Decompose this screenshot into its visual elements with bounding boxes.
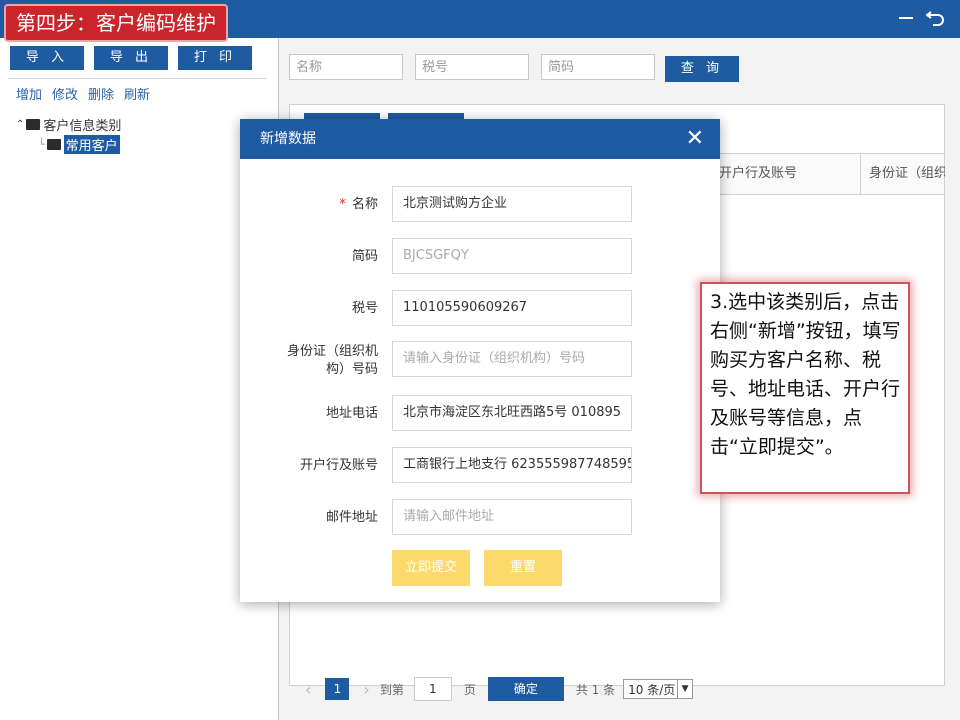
tree-root-label: 客户信息类别	[43, 118, 122, 134]
prev-page-icon[interactable]: ‹	[305, 680, 311, 699]
add-link[interactable]: 增加	[16, 84, 42, 103]
dropdown-arrow-icon[interactable]: ▼	[677, 680, 692, 698]
query-button[interactable]: 查 询	[665, 56, 739, 82]
name-label: * 名称	[339, 197, 378, 212]
goto-page-input[interactable]: 1	[413, 677, 452, 701]
dialog-title: 新增数据	[260, 131, 316, 147]
idcard-field[interactable]: 请输入身份证（组织机构）号码	[392, 341, 632, 377]
abbr-search-input[interactable]: 简码	[541, 54, 655, 80]
pager: ‹ 1 › 到第 1 页 确定 共 1 条 10 条/页 ▼	[289, 674, 943, 704]
name-search-input[interactable]: 名称	[289, 54, 403, 80]
edit-link[interactable]: 修改	[52, 84, 78, 103]
add-data-dialog: 新增数据 ✕ * 名称 北京测试购方企业 简码 BJCSGFQY 税号 11010…	[240, 119, 720, 602]
address-field[interactable]: 北京市海淀区东北旺西路5号 010895	[392, 395, 632, 431]
tree-child[interactable]: └ 常用客户	[16, 134, 121, 154]
tree-root[interactable]: ⌃ 客户信息类别	[16, 114, 121, 134]
required-mark: *	[339, 197, 346, 212]
page-size-value: 10 条/页	[628, 682, 676, 697]
email-label: 邮件地址	[325, 510, 378, 525]
tax-label: 税号	[351, 301, 378, 316]
dialog-header: 新增数据 ✕	[240, 119, 720, 159]
print-button[interactable]: 打 印	[178, 46, 252, 70]
divider	[8, 78, 266, 79]
page-size-select[interactable]: 10 条/页 ▼	[623, 679, 694, 699]
submit-button[interactable]: 立即提交	[392, 550, 470, 586]
import-button[interactable]: 导 入	[10, 46, 84, 70]
name-field[interactable]: 北京测试购方企业	[392, 186, 632, 222]
export-button[interactable]: 导 出	[94, 46, 168, 70]
total-count: 共 1 条	[575, 682, 616, 697]
idcard-label: 身份证（组织机 构）号码	[286, 344, 378, 377]
tax-field[interactable]: 110105590609267	[392, 290, 632, 326]
bank-label: 开户行及账号	[299, 458, 378, 473]
refresh-link[interactable]: 刷新	[124, 84, 150, 103]
abbr-field[interactable]: BJCSGFQY	[392, 238, 632, 274]
next-page-icon[interactable]: ›	[363, 680, 369, 699]
address-label: 地址电话	[325, 406, 378, 421]
category-tree: ⌃ 客户信息类别 └ 常用客户	[16, 114, 121, 154]
action-links: 增加 修改 删除 刷新	[16, 84, 150, 103]
top-icons	[898, 8, 946, 26]
tree-child-label: 常用客户	[63, 134, 120, 154]
delete-link[interactable]: 删除	[88, 84, 114, 103]
column-header-bank[interactable]: 开户行及账号	[710, 154, 869, 194]
back-icon[interactable]	[926, 8, 946, 26]
step-banner: 第四步：客户编码维护	[6, 6, 226, 40]
close-icon[interactable]: ✕	[686, 119, 704, 159]
goto-confirm-button[interactable]: 确定	[487, 677, 564, 701]
left-panel: 导 入 导 出 打 印 增加 修改 删除 刷新 ⌃ 客户信息类别 └ 常用客户	[0, 38, 279, 720]
folder-icon	[26, 118, 41, 130]
folder-icon	[46, 138, 61, 150]
column-header-id[interactable]: 身份证（组织	[860, 154, 945, 194]
tax-search-input[interactable]: 税号	[415, 54, 529, 80]
reset-button[interactable]: 重置	[484, 550, 562, 586]
minimize-icon[interactable]	[898, 8, 914, 26]
email-field[interactable]: 请输入邮件地址	[392, 499, 632, 535]
page-unit-label: 页	[463, 682, 476, 697]
instruction-callout: 3.选中该类别后，点击右侧“新增”按钮，填写购买方客户名称、税号、地址电话、开户…	[700, 282, 910, 494]
bank-field[interactable]: 工商银行上地支行 623555987748595	[392, 447, 632, 483]
collapse-icon[interactable]: ⌃	[16, 119, 24, 130]
tree-line-icon: └	[38, 137, 45, 151]
goto-label: 到第	[379, 682, 404, 697]
page-number[interactable]: 1	[325, 678, 350, 700]
abbr-label: 简码	[351, 249, 378, 264]
